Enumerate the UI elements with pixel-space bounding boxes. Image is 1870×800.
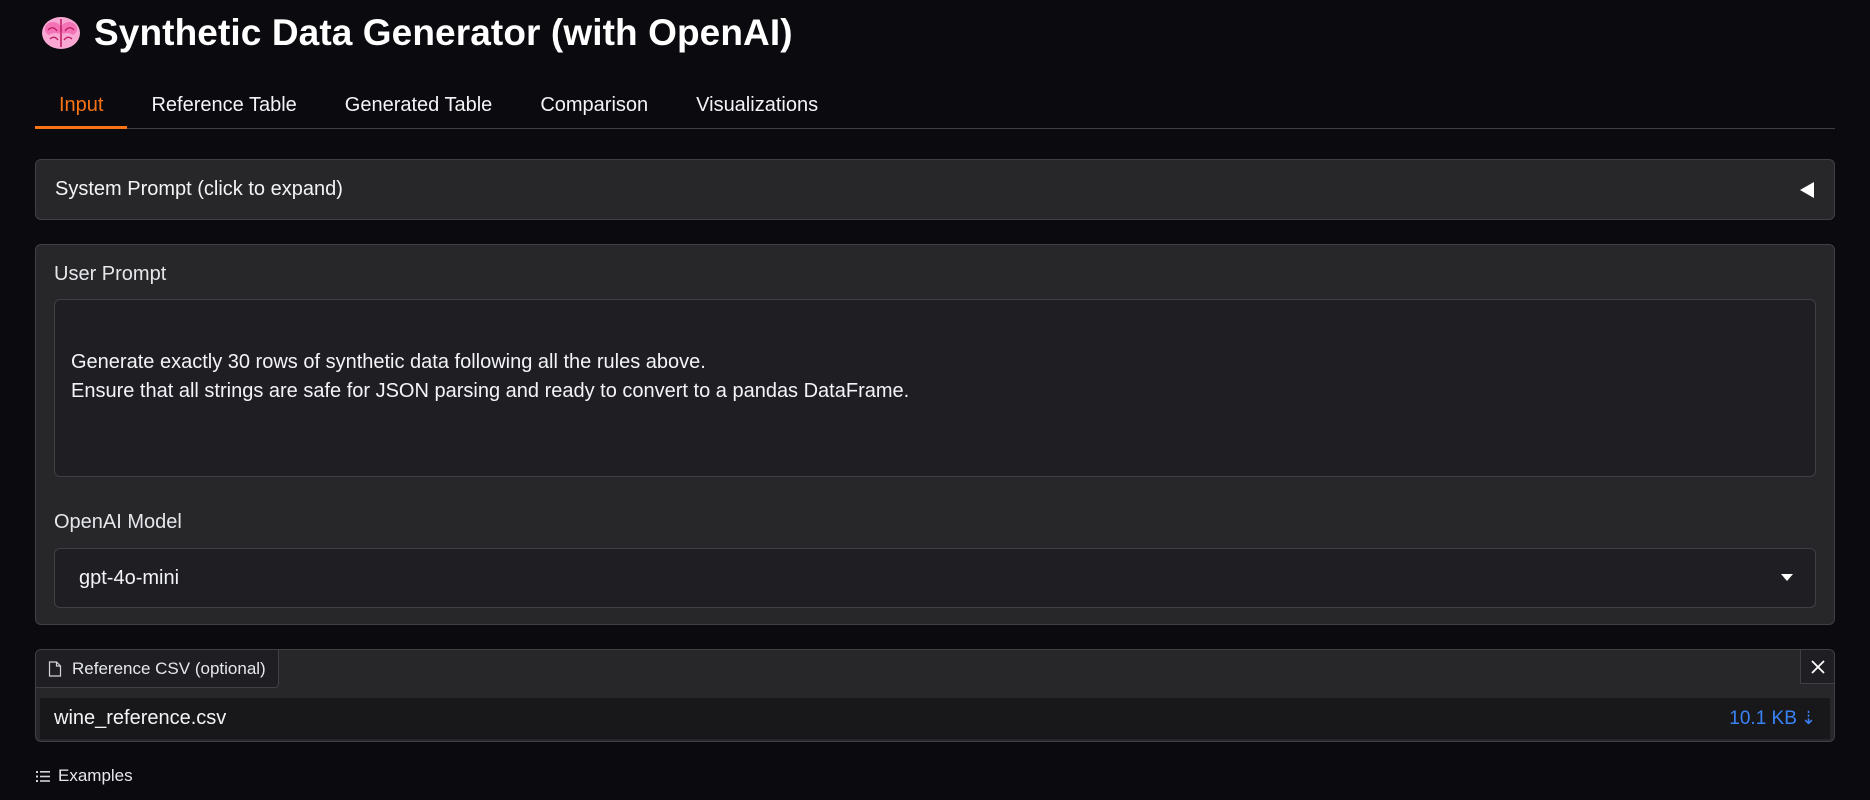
examples-label: Examples bbox=[58, 766, 133, 785]
reference-csv-header: Reference CSV (optional) bbox=[36, 650, 279, 688]
app-title-text: Synthetic Data Generator (with OpenAI) bbox=[94, 12, 793, 53]
reference-csv-panel: Reference CSV (optional) wine_reference.… bbox=[35, 649, 1835, 742]
app-page: Synthetic Data Generator (with OpenAI) I… bbox=[0, 0, 1870, 800]
user-prompt-label: User Prompt bbox=[54, 263, 167, 285]
system-prompt-label: System Prompt (click to expand) bbox=[55, 178, 343, 200]
user-prompt-textarea[interactable]: Generate exactly 30 rows of synthetic da… bbox=[54, 299, 1816, 477]
tab-comparison[interactable]: Comparison bbox=[516, 83, 672, 128]
file-icon bbox=[48, 660, 62, 677]
tab-generated-table[interactable]: Generated Table bbox=[321, 83, 517, 128]
brain-icon bbox=[42, 17, 80, 49]
app-title: Synthetic Data Generator (with OpenAI) bbox=[40, 12, 793, 54]
file-row: wine_reference.csv 10.1 KB ⇣ bbox=[40, 698, 1830, 739]
tab-visualizations[interactable]: Visualizations bbox=[672, 83, 842, 128]
input-panel: User Prompt Generate exactly 30 rows of … bbox=[35, 244, 1835, 625]
file-size: 10.1 KB bbox=[1729, 707, 1797, 729]
remove-file-button[interactable] bbox=[1800, 650, 1834, 684]
download-arrow-icon: ⇣ bbox=[1800, 708, 1816, 728]
tab-bar: Input Reference Table Generated Table Co… bbox=[35, 83, 1835, 129]
model-selected-value: gpt-4o-mini bbox=[79, 566, 180, 589]
close-icon bbox=[1810, 659, 1825, 674]
list-icon bbox=[36, 770, 50, 782]
model-select[interactable]: gpt-4o-mini bbox=[54, 548, 1816, 608]
reference-csv-label: Reference CSV (optional) bbox=[72, 658, 266, 678]
system-prompt-accordion[interactable]: System Prompt (click to expand) bbox=[35, 159, 1835, 220]
tab-reference-table[interactable]: Reference Table bbox=[127, 83, 320, 128]
model-label: OpenAI Model bbox=[54, 511, 182, 533]
tab-input[interactable]: Input bbox=[35, 83, 128, 129]
file-name: wine_reference.csv bbox=[54, 707, 227, 729]
chevron-down-icon bbox=[1781, 574, 1793, 581]
file-download-link[interactable]: 10.1 KB ⇣ bbox=[1729, 708, 1816, 730]
examples-toggle[interactable]: Examples bbox=[36, 766, 133, 786]
caret-left-icon bbox=[1800, 181, 1814, 198]
